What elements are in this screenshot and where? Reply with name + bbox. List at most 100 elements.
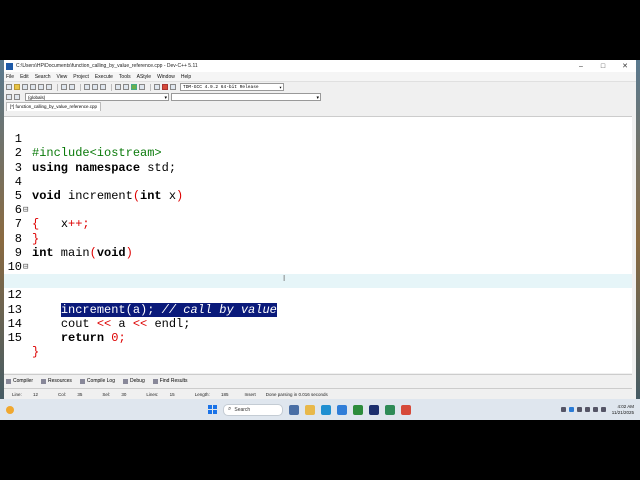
run-icon[interactable] xyxy=(123,84,129,90)
windows-taskbar: ⌕ Search 4:02 AM 11/21/2025 xyxy=(0,399,640,420)
class-toolbar: (globals) ▾ ▾ xyxy=(4,92,636,102)
chevron-down-icon: ▾ xyxy=(316,95,319,101)
status-length-label: Length: xyxy=(194,391,210,397)
rebuild-icon[interactable] xyxy=(139,84,145,90)
minimize-button[interactable]: – xyxy=(570,63,592,70)
compile-icon[interactable] xyxy=(115,84,121,90)
code-line: 4 void increment(int x) xyxy=(4,161,632,203)
devcpp-taskbar-icon[interactable] xyxy=(369,404,379,415)
menu-file[interactable]: File xyxy=(6,74,14,80)
tab-label: Resources xyxy=(48,378,72,384)
code-line: 11 xyxy=(4,260,632,288)
compiler-icon xyxy=(6,378,11,384)
menu-view[interactable]: View xyxy=(57,74,68,80)
search-icon: ⌕ xyxy=(228,406,232,412)
maximize-button[interactable]: □ xyxy=(592,63,614,70)
tab-label: Find Results xyxy=(159,378,188,384)
compile-run-icon[interactable] xyxy=(131,84,137,90)
wifi-icon[interactable] xyxy=(584,407,590,412)
tab-source-file[interactable]: [*] function_calling_by_value_reference.… xyxy=(6,102,102,111)
screen: C:\Users\HP\Documents\function_calling_b… xyxy=(0,60,640,420)
member-select[interactable]: ▾ xyxy=(171,93,321,101)
code-token: ; xyxy=(118,331,126,345)
chevron-up-icon[interactable] xyxy=(560,407,566,412)
chevron-down-icon: ▾ xyxy=(278,85,282,91)
recorder-icon[interactable] xyxy=(401,404,411,415)
save-icon[interactable] xyxy=(22,84,28,90)
menu-help[interactable]: Help xyxy=(181,74,191,80)
sun-icon xyxy=(6,405,14,414)
toolbar-separator xyxy=(57,83,58,91)
replace-icon[interactable] xyxy=(92,84,98,90)
code-line: 10 int a = 10; xyxy=(4,246,632,288)
file-explorer-icon[interactable] xyxy=(305,404,315,415)
tab-label: Compile Log xyxy=(86,378,115,384)
tab-compiler[interactable]: Compiler xyxy=(6,378,33,384)
undo-icon[interactable] xyxy=(61,84,67,90)
menu-edit[interactable]: Edit xyxy=(20,74,29,80)
class-browser-icon[interactable] xyxy=(6,94,12,100)
camtasia-icon[interactable] xyxy=(353,404,363,415)
status-sel-label: Sel: xyxy=(102,391,111,397)
debug-check-icon xyxy=(123,378,128,384)
clock[interactable]: 4:02 AM 11/21/2025 xyxy=(612,404,634,416)
main-toolbar: TDM-GCC 4.9.2 64-bit Release ▾ xyxy=(4,81,636,92)
close-button[interactable]: ✕ xyxy=(614,62,636,70)
menu-project[interactable]: Project xyxy=(73,74,89,80)
bluetooth-icon[interactable] xyxy=(576,407,582,412)
debug-icon[interactable] xyxy=(154,84,160,90)
weather-widget[interactable] xyxy=(6,405,156,414)
redo-icon[interactable] xyxy=(69,84,75,90)
app-icon[interactable] xyxy=(385,404,395,415)
find-results-icon xyxy=(152,378,158,384)
find-icon[interactable] xyxy=(84,84,90,90)
volume-icon[interactable] xyxy=(592,407,598,412)
line-number: 15 xyxy=(7,331,22,345)
new-file-icon[interactable] xyxy=(6,84,12,90)
tab-resources[interactable]: Resources xyxy=(41,378,72,384)
window-title: C:\Users\HP\Documents\function_calling_b… xyxy=(16,63,198,69)
menu-window[interactable]: Window xyxy=(157,74,175,80)
edge-browser-icon[interactable] xyxy=(321,404,331,415)
menu-execute[interactable]: Execute xyxy=(95,74,113,80)
bottom-panel-tabs: Compiler Resources Compile Log Debug Fin… xyxy=(4,374,632,387)
profile-icon[interactable] xyxy=(170,84,176,90)
taskbar-search[interactable]: ⌕ Search xyxy=(223,403,283,416)
code-line: 2 using namespace std; xyxy=(4,132,632,174)
code-line: 13 cout << a << endl; xyxy=(4,288,632,331)
stop-icon[interactable] xyxy=(162,84,168,90)
compile-log-icon xyxy=(79,378,85,384)
tab-debug[interactable]: Debug xyxy=(123,378,145,384)
close-file-icon[interactable] xyxy=(38,84,44,90)
chevron-down-icon: ▾ xyxy=(164,95,167,101)
code-editor[interactable]: 1 #include<iostream> 2 using namespace s… xyxy=(4,116,632,373)
editor-tabs: [*] function_calling_by_value_reference.… xyxy=(4,102,636,111)
tab-compile-log[interactable]: Compile Log xyxy=(79,378,115,384)
save-all-icon[interactable] xyxy=(30,84,36,90)
number-literal: 0 xyxy=(104,331,119,345)
menu-tools[interactable]: Tools xyxy=(119,74,131,80)
chrome-browser-icon[interactable] xyxy=(337,404,347,415)
status-line-value: 12 xyxy=(33,391,39,397)
goto-icon[interactable] xyxy=(100,84,106,90)
title-bar[interactable]: C:\Users\HP\Documents\function_calling_b… xyxy=(4,60,636,72)
status-length-value: 185 xyxy=(220,391,229,397)
cloud-icon[interactable] xyxy=(568,407,574,412)
tab-find-results[interactable]: Find Results xyxy=(152,378,188,384)
open-file-icon[interactable] xyxy=(14,84,20,90)
tab-label: Compiler xyxy=(13,378,34,384)
compiler-select[interactable]: TDM-GCC 4.9.2 64-bit Release ▾ xyxy=(180,83,284,91)
class-select[interactable]: (globals) ▾ xyxy=(25,93,169,101)
status-message: Done parsing in 0.016 seconds xyxy=(265,391,328,397)
battery-icon[interactable] xyxy=(600,407,606,412)
new-class-icon[interactable] xyxy=(14,94,20,100)
menu-astyle[interactable]: AStyle xyxy=(137,74,151,80)
code-line: 3 xyxy=(4,146,632,175)
current-code-line: 12 increment(a); // call by value xyxy=(4,274,632,317)
task-view-icon[interactable] xyxy=(289,404,299,415)
menu-search[interactable]: Search xyxy=(35,74,51,80)
code-line: 14 return 0; xyxy=(4,303,632,345)
print-icon[interactable] xyxy=(46,84,52,90)
toolbar-separator xyxy=(111,83,112,91)
windows-start-icon[interactable] xyxy=(208,405,217,414)
